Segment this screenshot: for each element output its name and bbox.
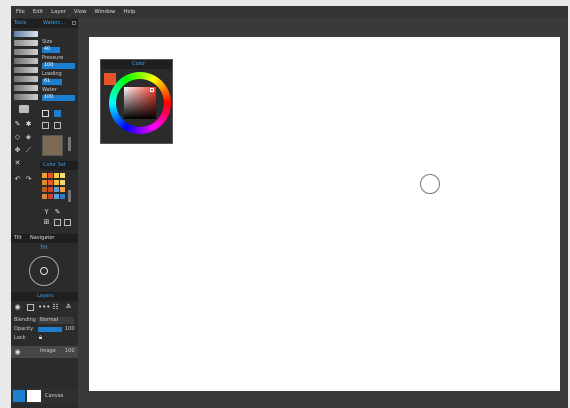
tab-tilt[interactable]: Tilt [14,234,22,243]
drawing-canvas[interactable]: Color [89,37,560,391]
color-swatch[interactable] [54,173,59,178]
opacity-label: Opacity [14,326,34,332]
drop-icon[interactable]: ◇ [13,133,22,141]
loading-value[interactable]: 61 [42,79,62,85]
blending-value: Normal [40,317,59,323]
blending-label: Blending [14,317,36,323]
pressure-value[interactable]: 100 [42,63,75,69]
color-swatch[interactable] [48,194,53,199]
layer-dots-icon[interactable]: ••• [38,303,50,311]
size-label: Size [42,39,53,45]
color-swatch[interactable] [54,187,59,192]
visibility-icon[interactable]: ◉ [13,303,22,311]
tab-watercolor[interactable]: Waterc... [43,19,65,28]
menu-edit[interactable]: Edit [33,9,43,15]
brush-ink-pen[interactable] [14,94,38,100]
brush-round[interactable] [14,31,38,37]
tilt-title: Tilt [40,245,48,251]
smudge-icon[interactable] [42,122,49,129]
layer-preview-icon[interactable] [27,304,34,311]
menu-layer[interactable]: Layer [51,9,66,15]
color-swatch[interactable] [42,194,47,199]
texture-scroll[interactable] [68,137,71,151]
brush-swatch-icon[interactable]: ✎ [53,208,62,216]
color-panel-title: Color [132,61,146,67]
color-swatch[interactable] [48,180,53,185]
color-swatch[interactable] [60,187,65,192]
pressure-label: Pressure [42,55,64,61]
delete-swatch-icon[interactable] [64,219,71,226]
color-swatch[interactable] [48,173,53,178]
brush-pastel[interactable] [14,85,38,91]
panel-menu-icon[interactable] [72,21,76,25]
opacity-value: 100 [65,326,75,332]
opacity-slider[interactable] [38,327,62,332]
canvas-label: Canvas [45,393,64,399]
paper-texture-thumb[interactable] [42,135,63,156]
redo-icon[interactable]: ↷ [24,175,33,183]
layers-title: Layers [37,293,54,299]
color-set-title: Color Set [43,162,66,168]
brush-fan[interactable] [14,49,38,55]
color-swatch[interactable] [54,180,59,185]
color-swatch[interactable] [54,194,59,199]
color-picker-marker[interactable] [150,88,154,92]
brush-pick-icon[interactable] [42,110,49,117]
brush-cursor [420,174,440,194]
color-swatch[interactable] [42,173,47,178]
loading-label: Loading [42,71,62,77]
layer-visibility-icon[interactable]: ◉ [13,348,22,356]
brush-palette-knife[interactable] [14,58,38,64]
tab-navigator[interactable]: Navigator [30,234,54,243]
menu-bar: File Edit Layer View Window Help [11,6,568,18]
tilt-knob[interactable] [40,267,48,275]
color-swatch[interactable] [42,187,47,192]
color-pick-icon[interactable] [54,110,61,117]
undo-icon[interactable]: ↶ [13,175,22,183]
water-label: Water [42,87,57,93]
layer-opacity: 100 [65,348,75,354]
canvas-visibility-icon[interactable] [13,390,25,402]
grid-icon[interactable]: ⊞ [42,218,51,226]
layer-name: Image [40,348,56,354]
menu-help[interactable]: Help [123,9,135,15]
menu-view[interactable]: View [74,9,87,15]
stamp-icon[interactable]: ✱ [24,120,33,128]
size-value[interactable]: 40 [42,47,60,53]
color-panel: Color [100,59,173,144]
color-swatch[interactable] [48,187,53,192]
menu-window[interactable]: Window [95,9,116,15]
eraser-icon[interactable]: ◈ [24,133,33,141]
current-color-swatch[interactable] [104,73,116,85]
left-panel-area: Tools Waterc... Size 40 Pressure 100 Loa… [11,18,78,408]
color-swatch[interactable] [60,194,65,199]
tab-tools[interactable]: Tools [14,19,26,28]
transform-icon[interactable]: ✕ [13,159,22,167]
menu-file[interactable]: File [16,9,25,15]
filter-icon[interactable]: Y [42,208,51,216]
hue-wheel[interactable] [109,72,171,134]
lock-label: Lock [14,335,26,341]
brush-airbrush[interactable] [14,67,38,73]
lock-icon[interactable]: 🔒︎ [36,334,45,342]
brush-pencil[interactable] [14,76,38,82]
color-swatch[interactable] [60,180,65,185]
eyedropper-icon[interactable]: ⟋ [24,146,33,154]
layer-adjust-icon[interactable]: ☷ [51,303,60,311]
add-swatch-icon[interactable] [54,219,61,226]
brush-eraser[interactable] [19,105,29,113]
layer-merge-icon[interactable]: ≛ [64,303,73,311]
color-swatch[interactable] [60,173,65,178]
dropper-icon[interactable] [54,122,61,129]
pencil-icon[interactable]: ✎ [13,120,22,128]
app-window: File Edit Layer View Window Help Tools W… [11,6,568,408]
blending-select[interactable]: Normal [38,317,74,324]
swatch-scroll[interactable] [68,190,71,202]
move-icon[interactable]: ✥ [13,146,22,154]
water-value[interactable]: 100 [42,95,75,101]
color-swatch[interactable] [42,180,47,185]
canvas-thumb [27,390,41,402]
brush-flat[interactable] [14,40,38,46]
